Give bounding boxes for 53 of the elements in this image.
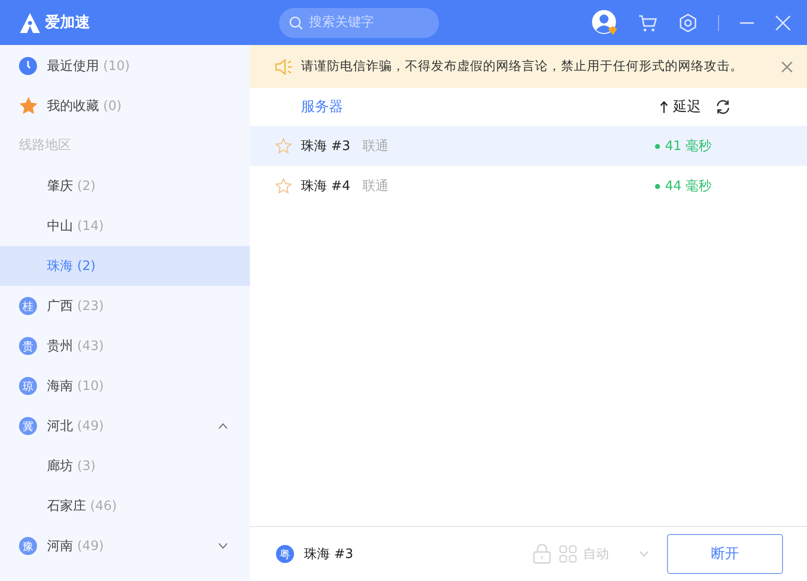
sidebar-item[interactable]: 最近使用 (10) [0, 46, 250, 86]
column-header[interactable]: 延迟 [673, 98, 701, 116]
region-badge: 粤 [276, 545, 294, 563]
server-row[interactable]: 珠海 #4 联通 44 毫秒 [250, 166, 807, 206]
chevron-icon[interactable] [218, 423, 228, 429]
grid-icon [559, 545, 577, 563]
search-field[interactable]: 搜索关键字 [279, 8, 439, 38]
sidebar-item[interactable]: 我的收藏 (0) [0, 86, 250, 126]
column-header[interactable]: 服务器 [301, 98, 343, 116]
latency-value: 44 毫秒 [665, 178, 712, 195]
speaker-icon [275, 58, 293, 74]
status-dot [655, 184, 660, 188]
logo-icon [19, 12, 41, 34]
chevron-icon [639, 551, 649, 557]
sidebar-item[interactable]: 肇庆 (2) [0, 166, 250, 206]
province-badge: 贵 [19, 337, 37, 355]
cart-icon[interactable] [638, 12, 658, 32]
sidebar-item[interactable]: 琼 海南 (10) [0, 366, 250, 406]
chevron-icon[interactable] [218, 543, 228, 549]
settings-icon[interactable] [678, 12, 698, 32]
arrow-up-icon [660, 101, 668, 113]
status-dot [655, 144, 660, 148]
province-badge: 豫 [19, 537, 37, 555]
sidebar-item[interactable]: 豫 河南 (49) [0, 526, 250, 566]
sidebar-item[interactable]: 桂 广西 (23) [0, 286, 250, 326]
star-outline-icon[interactable] [275, 178, 292, 194]
disconnect-button[interactable]: 断开 [667, 534, 783, 574]
latency-value: 41 毫秒 [665, 138, 712, 155]
province-badge: 冀 [19, 417, 37, 435]
isp-label: 联通 [362, 138, 388, 155]
notice-text: 请谨防电信诈骗，不得发布虚假的网络言论，禁止用于任何形式的网络攻击。 [301, 58, 744, 75]
server-row[interactable]: 珠海 #3 联通 41 毫秒 [250, 126, 807, 166]
refresh-icon[interactable] [715, 99, 731, 115]
sidebar-item[interactable]: 贵 贵州 (43) [0, 326, 250, 366]
section-heading: 线路地区 [18, 137, 72, 155]
province-badge: 琼 [19, 377, 37, 395]
sidebar-item[interactable]: 廊坊 (3) [0, 446, 250, 486]
avatar-icon[interactable] [592, 10, 618, 36]
search-icon [289, 14, 303, 30]
isp-label: 联通 [362, 178, 388, 195]
current-server: 珠海 #3 [304, 546, 354, 563]
sidebar-item[interactable]: 冀 河北 (49) [0, 406, 250, 446]
search-input[interactable]: 搜索关键字 [309, 15, 429, 30]
server-name: 珠海 #3 [301, 138, 350, 155]
clock-icon [19, 57, 37, 75]
sidebar-item[interactable]: 石家庄 (46) [0, 486, 250, 526]
close-icon[interactable] [781, 60, 793, 72]
app-name: 爱加速 [45, 13, 90, 32]
star-outline-icon[interactable] [275, 138, 292, 154]
sidebar-item[interactable]: 中山 (14) [0, 206, 250, 246]
star-icon [19, 97, 38, 115]
province-badge: 桂 [19, 297, 37, 315]
server-name: 珠海 #4 [301, 178, 350, 195]
